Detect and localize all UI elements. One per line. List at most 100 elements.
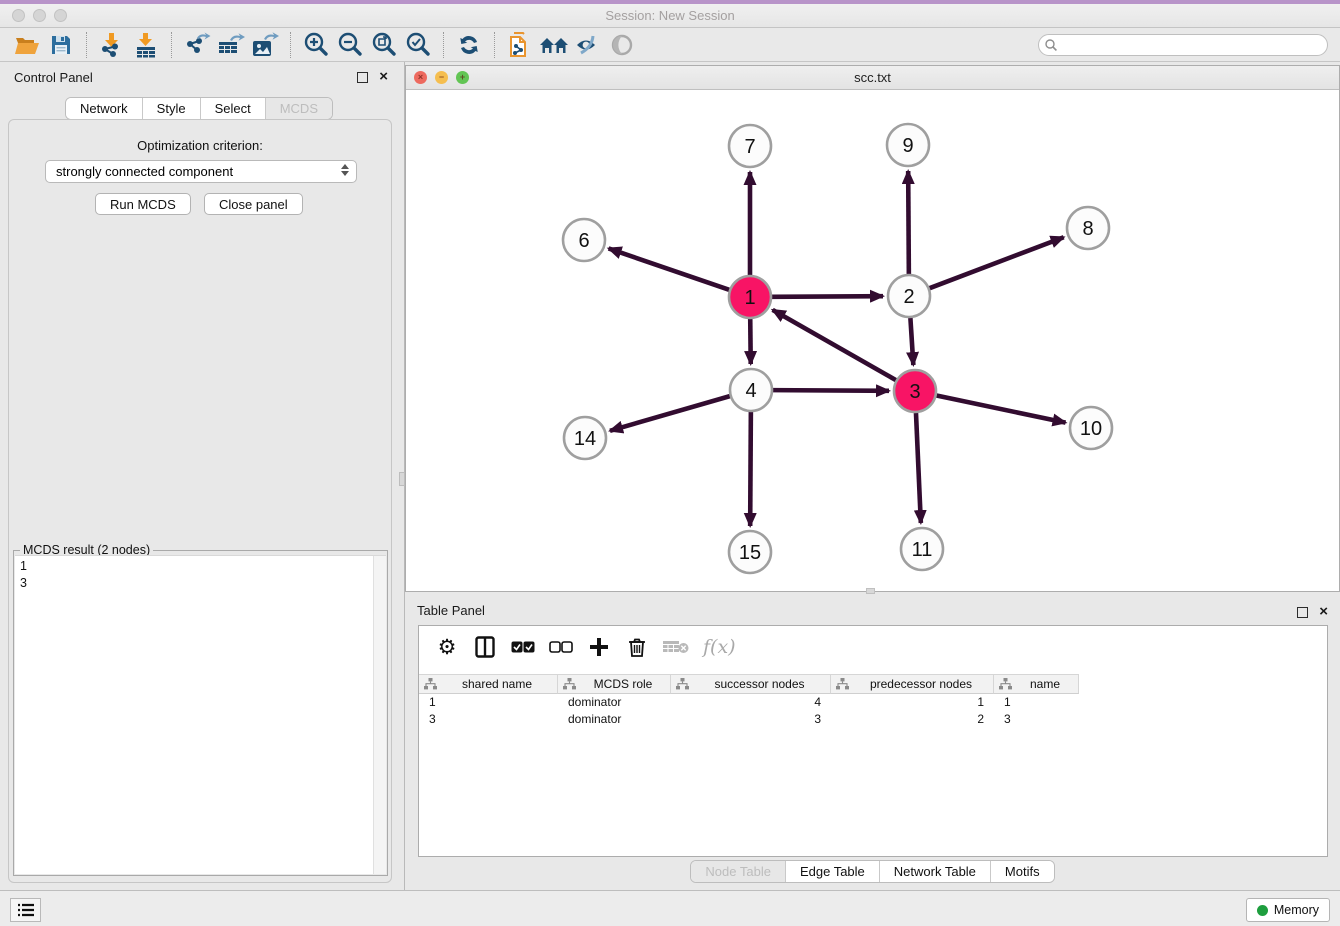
run-mcds-button[interactable]: Run MCDS bbox=[95, 193, 191, 215]
open-session-icon[interactable] bbox=[10, 30, 44, 60]
table-cell[interactable]: 3 bbox=[671, 711, 831, 728]
deselect-checkboxes-icon[interactable] bbox=[549, 634, 573, 660]
graph-node-2[interactable]: 2 bbox=[888, 275, 930, 317]
table-cell[interactable]: 1 bbox=[994, 694, 1079, 711]
table-cell[interactable]: 1 bbox=[419, 694, 558, 711]
network-window-titlebar: × − + scc.txt bbox=[406, 66, 1339, 90]
edge-2-3[interactable] bbox=[910, 318, 913, 365]
edge-1-2[interactable] bbox=[772, 296, 883, 297]
table-row[interactable]: 1dominator411 bbox=[419, 694, 1327, 711]
tab-edge-table[interactable]: Edge Table bbox=[785, 861, 879, 882]
graph-node-7[interactable]: 7 bbox=[729, 125, 771, 167]
select-stepper-icon bbox=[341, 164, 349, 176]
function-builder-icon[interactable]: f(x) bbox=[703, 634, 736, 660]
network-from-selection-icon[interactable] bbox=[503, 30, 537, 60]
mcds-result-textarea[interactable]: 1 3 bbox=[15, 555, 386, 874]
table-cell[interactable]: 3 bbox=[419, 711, 558, 728]
column-header-MCDS-role[interactable]: MCDS role bbox=[558, 674, 671, 694]
node-label: 1 bbox=[744, 287, 755, 309]
edge-2-9[interactable] bbox=[908, 171, 909, 274]
graph-node-15[interactable]: 15 bbox=[729, 531, 771, 573]
graph-node-11[interactable]: 11 bbox=[901, 528, 943, 570]
node-label: 15 bbox=[739, 542, 761, 564]
edge-4-15[interactable] bbox=[750, 412, 751, 526]
search-input[interactable] bbox=[1038, 34, 1328, 56]
export-network-icon[interactable] bbox=[180, 30, 214, 60]
memory-button[interactable]: Memory bbox=[1246, 898, 1330, 922]
edge-4-14[interactable] bbox=[610, 396, 730, 431]
column-header-label: successor nodes bbox=[689, 677, 830, 691]
graph-node-1[interactable]: 1 bbox=[729, 276, 771, 318]
graph-node-8[interactable]: 8 bbox=[1067, 207, 1109, 249]
table-panel-title: Table Panel bbox=[417, 603, 485, 618]
delete-table-icon[interactable] bbox=[663, 634, 689, 660]
control-panel-float-icon[interactable] bbox=[357, 72, 368, 83]
table-panel-float-icon[interactable] bbox=[1297, 607, 1308, 618]
import-network-icon[interactable] bbox=[95, 30, 129, 60]
edge-2-8[interactable] bbox=[930, 237, 1064, 288]
birdseye-view-icon[interactable] bbox=[605, 30, 639, 60]
column-header-successor-nodes[interactable]: successor nodes bbox=[671, 674, 831, 694]
table-cell[interactable]: 3 bbox=[994, 711, 1079, 728]
table-cell[interactable]: 2 bbox=[831, 711, 994, 728]
table-row[interactable]: 3dominator323 bbox=[419, 711, 1327, 728]
column-header-predecessor-nodes[interactable]: predecessor nodes bbox=[831, 674, 994, 694]
table-cell[interactable]: 1 bbox=[831, 694, 994, 711]
graph-node-14[interactable]: 14 bbox=[564, 417, 606, 459]
edge-4-3[interactable] bbox=[773, 390, 889, 391]
optimization-criterion-select[interactable]: strongly connected component bbox=[45, 160, 357, 183]
horizontal-splitter-grip[interactable] bbox=[866, 588, 875, 594]
table-cell[interactable]: dominator bbox=[558, 694, 671, 711]
column-layout-icon[interactable] bbox=[473, 634, 497, 660]
edge-3-11[interactable] bbox=[916, 413, 921, 523]
zoom-fit-icon[interactable] bbox=[367, 30, 401, 60]
save-session-icon[interactable] bbox=[44, 30, 78, 60]
tab-motifs[interactable]: Motifs bbox=[990, 861, 1054, 882]
column-header-name[interactable]: name bbox=[994, 674, 1079, 694]
refresh-layout-icon[interactable] bbox=[452, 30, 486, 60]
graph-node-6[interactable]: 6 bbox=[563, 219, 605, 261]
export-image-icon[interactable] bbox=[248, 30, 282, 60]
toolbar-separator bbox=[290, 32, 291, 58]
delete-icon[interactable] bbox=[625, 634, 649, 660]
node-label: 3 bbox=[909, 381, 920, 403]
zoom-in-icon[interactable] bbox=[299, 30, 333, 60]
mcds-result-scrollbar[interactable] bbox=[373, 556, 386, 874]
mcds-result-text: 1 3 bbox=[15, 556, 386, 594]
node-label: 10 bbox=[1080, 418, 1102, 440]
graph-node-9[interactable]: 9 bbox=[887, 124, 929, 166]
graph-node-3[interactable]: 3 bbox=[894, 370, 936, 412]
zoom-out-icon[interactable] bbox=[333, 30, 367, 60]
table-cell[interactable]: 4 bbox=[671, 694, 831, 711]
graph-node-10[interactable]: 10 bbox=[1070, 407, 1112, 449]
add-column-icon[interactable] bbox=[587, 634, 611, 660]
select-all-checkboxes-icon[interactable] bbox=[511, 634, 535, 660]
table-cell[interactable]: dominator bbox=[558, 711, 671, 728]
control-panel-close-icon[interactable]: × bbox=[379, 71, 388, 82]
graph-node-4[interactable]: 4 bbox=[730, 369, 772, 411]
edge-3-10[interactable] bbox=[937, 396, 1066, 423]
node-table-header: shared nameMCDS role successor nodesprede… bbox=[419, 674, 1327, 694]
tab-select[interactable]: Select bbox=[200, 98, 265, 119]
graphics-details-icon[interactable] bbox=[571, 30, 605, 60]
tab-node-table[interactable]: Node Table bbox=[691, 861, 785, 882]
tab-network[interactable]: Network bbox=[66, 98, 142, 119]
tab-network-table[interactable]: Network Table bbox=[879, 861, 990, 882]
gear-icon[interactable]: ⚙ bbox=[435, 634, 459, 660]
close-panel-button[interactable]: Close panel bbox=[204, 193, 303, 215]
column-header-shared-name[interactable]: shared name bbox=[419, 674, 558, 694]
task-list-icon[interactable] bbox=[10, 898, 41, 922]
tab-mcds[interactable]: MCDS bbox=[265, 98, 332, 119]
edge-1-6[interactable] bbox=[609, 248, 730, 289]
zoom-selected-icon[interactable] bbox=[401, 30, 435, 60]
export-table-icon[interactable] bbox=[214, 30, 248, 60]
edge-3-1[interactable] bbox=[773, 310, 896, 380]
table-panel-close-icon[interactable]: × bbox=[1319, 606, 1328, 617]
import-table-icon[interactable] bbox=[129, 30, 163, 60]
node-table: shared nameMCDS role successor nodesprede… bbox=[419, 674, 1327, 728]
node-table-body: 1dominator4113dominator323 bbox=[419, 694, 1327, 728]
network-canvas[interactable]: 7 9 6 8 1 2 4 3 14 10 15 11 bbox=[406, 90, 1339, 591]
first-neighbors-icon[interactable] bbox=[537, 30, 571, 60]
tab-style[interactable]: Style bbox=[142, 98, 200, 119]
node-label: 11 bbox=[912, 539, 933, 561]
